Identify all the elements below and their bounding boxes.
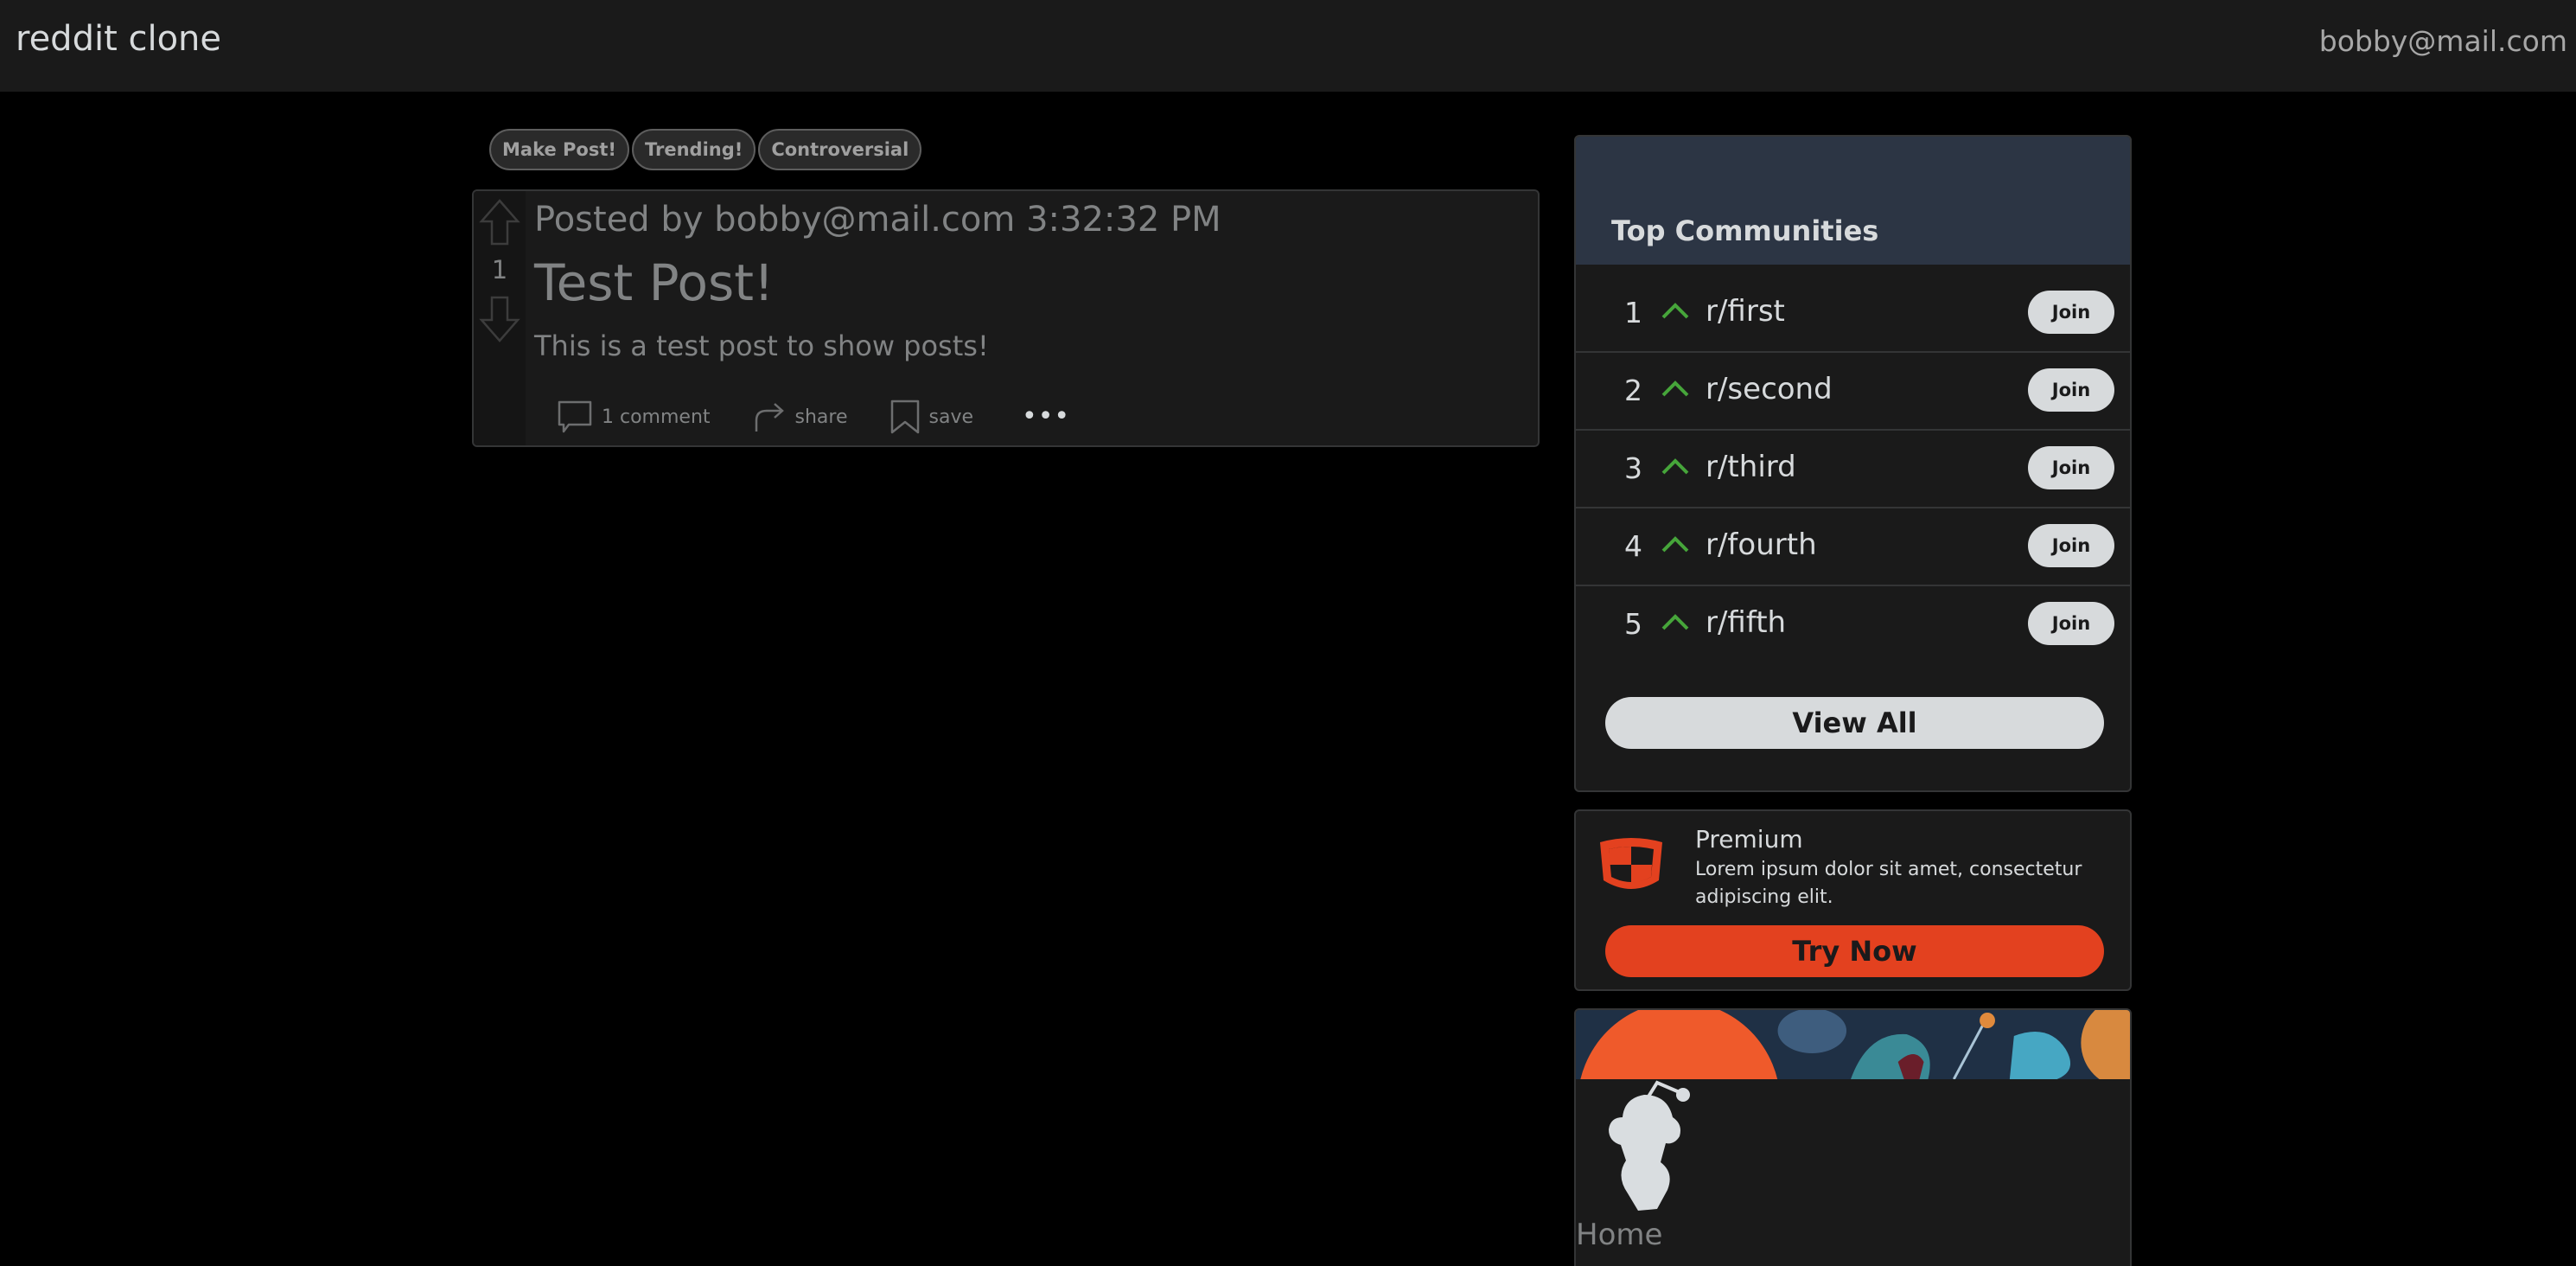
community-row[interactable]: 5 r/fifth Join	[1576, 586, 2130, 664]
top-communities-card: Top Communities 1 r/first Join 2 r/secon…	[1574, 135, 2132, 792]
chevron-up-icon	[1661, 614, 1689, 630]
community-name[interactable]: r/fifth	[1706, 605, 1786, 640]
upvote-arrow-icon[interactable]	[479, 198, 520, 246]
home-banner-image	[1576, 1010, 2130, 1079]
save-label: save	[928, 406, 974, 428]
community-row[interactable]: 3 r/third Join	[1576, 431, 2130, 508]
bookmark-icon	[890, 400, 919, 434]
snoo-mascot-icon	[1609, 1080, 1690, 1211]
join-button[interactable]: Join	[2028, 368, 2114, 412]
join-button[interactable]: Join	[2028, 602, 2114, 645]
community-rank: 4	[1624, 529, 1642, 563]
share-label: share	[794, 406, 848, 428]
downvote-arrow-icon[interactable]	[479, 295, 520, 343]
community-rank: 1	[1624, 296, 1642, 329]
chevron-up-icon	[1661, 458, 1689, 475]
comments-button[interactable]: 1 comment	[557, 400, 711, 434]
post-body: This is a test post to show posts!	[534, 329, 989, 362]
comments-label: 1 comment	[602, 406, 711, 428]
community-list: 1 r/first Join 2 r/second Join 3 r/third…	[1576, 275, 2130, 664]
top-communities-title: Top Communities	[1611, 214, 1879, 247]
trending-filter-button[interactable]: Trending!	[631, 129, 756, 170]
join-button[interactable]: Join	[2028, 291, 2114, 334]
site-brand[interactable]: reddit clone	[16, 19, 221, 59]
premium-shield-icon	[1600, 838, 1662, 889]
share-arrow-icon	[755, 403, 784, 432]
share-button[interactable]: share	[752, 400, 848, 434]
controversial-filter-button[interactable]: Controversial	[758, 129, 922, 170]
community-name[interactable]: r/first	[1706, 294, 1785, 329]
vote-column: 1	[474, 191, 526, 445]
community-name[interactable]: r/second	[1706, 372, 1833, 406]
premium-card: Premium Lorem ipsum dolor sit amet, cons…	[1574, 809, 2132, 991]
community-rank: 5	[1624, 607, 1642, 641]
post-actions-bar: 1 comment share save •••	[557, 399, 1070, 435]
community-row[interactable]: 2 r/second Join	[1576, 353, 2130, 431]
join-button[interactable]: Join	[2028, 446, 2114, 489]
view-all-button[interactable]: View All	[1605, 697, 2104, 749]
home-card: Home	[1574, 1008, 2132, 1266]
vote-count: 1	[491, 255, 508, 285]
community-row[interactable]: 4 r/fourth Join	[1576, 508, 2130, 586]
chevron-up-icon	[1661, 303, 1689, 319]
community-rank: 2	[1624, 374, 1642, 407]
user-email[interactable]: bobby@mail.com	[2319, 24, 2567, 58]
chevron-up-icon	[1661, 536, 1689, 553]
join-button[interactable]: Join	[2028, 524, 2114, 567]
comment-icon	[558, 400, 592, 433]
premium-title: Premium	[1695, 825, 1803, 854]
chevron-up-icon	[1661, 380, 1689, 397]
more-options-icon[interactable]: •••	[1022, 404, 1070, 430]
post-author-time: Posted by bobby@mail.com 3:32:32 PM	[534, 200, 1221, 240]
premium-description: Lorem ipsum dolor sit amet, consectetur …	[1695, 859, 2082, 908]
post-card[interactable]: 1 Posted by bobby@mail.com 3:32:32 PM Te…	[472, 189, 1540, 447]
make-post-button[interactable]: Make Post!	[489, 129, 629, 170]
save-button[interactable]: save	[889, 399, 974, 435]
try-now-button[interactable]: Try Now	[1605, 925, 2104, 977]
top-communities-header: Top Communities	[1576, 137, 2130, 265]
community-row[interactable]: 1 r/first Join	[1576, 275, 2130, 353]
post-filter-bar: Make Post! Trending! Controversial	[489, 129, 922, 170]
home-label: Home	[1576, 1218, 1663, 1252]
community-name[interactable]: r/third	[1706, 450, 1796, 484]
community-name[interactable]: r/fourth	[1706, 528, 1817, 562]
community-rank: 3	[1624, 451, 1642, 485]
top-navigation-bar: reddit clone bobby@mail.com	[0, 0, 2576, 92]
post-title[interactable]: Test Post!	[534, 253, 774, 312]
